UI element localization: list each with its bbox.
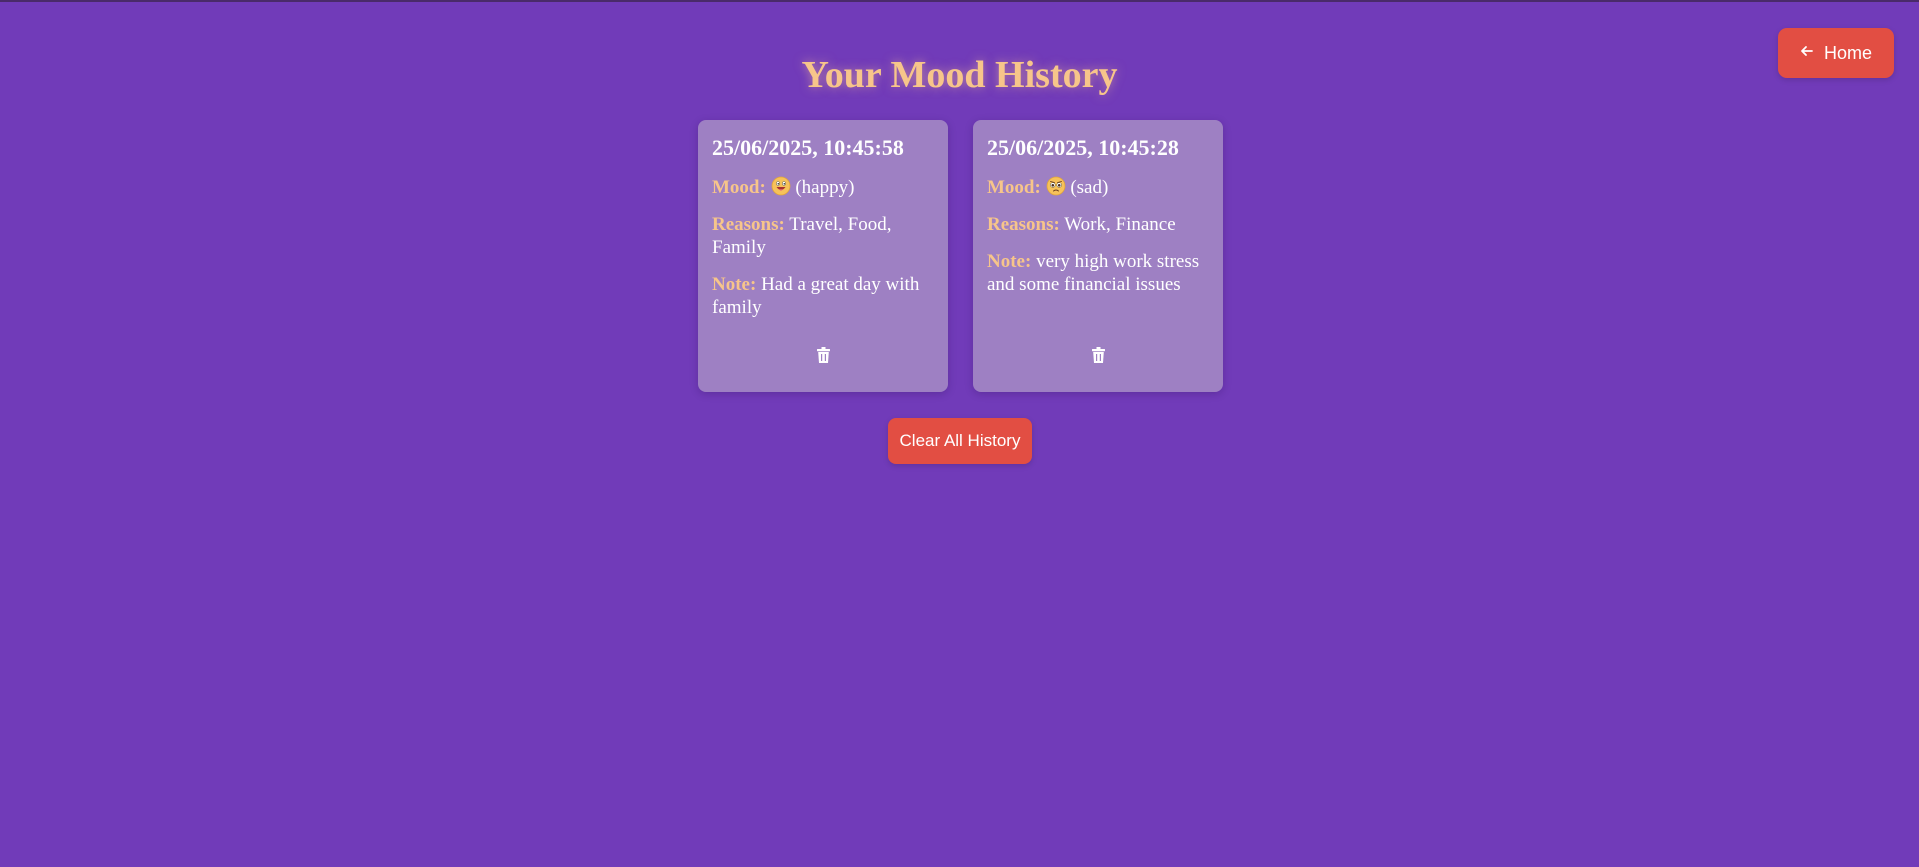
happy-face-icon: [771, 176, 791, 196]
reasons-label: Reasons:: [987, 214, 1060, 235]
reasons-value: Work, Finance: [1064, 214, 1176, 235]
mood-text: (sad): [1070, 177, 1109, 198]
entry-mood: Mood: (happy): [712, 176, 934, 199]
mood-entry-card: 25/06/2025, 10:45:58 Mood: (happy) Reaso…: [698, 120, 948, 392]
page-title: Your Mood History: [801, 54, 1118, 96]
delete-entry-button[interactable]: [1087, 346, 1109, 368]
entry-mood: Mood: (sad): [987, 176, 1209, 199]
entry-date: 25/06/2025, 10:45:28: [987, 135, 1179, 160]
trash-icon: [816, 346, 830, 368]
mood-label: Mood:: [712, 177, 766, 198]
entry-reasons: Reasons: Travel, Food, Family: [712, 213, 934, 259]
entry-note: Note: Had a great day with family: [712, 273, 934, 319]
entry-reasons: Reasons: Work, Finance: [987, 213, 1209, 236]
mood-entry-card: 25/06/2025, 10:45:28 Mood: (sad) Reasons…: [973, 120, 1223, 392]
entry-date: 25/06/2025, 10:45:58: [712, 135, 904, 160]
mood-label: Mood:: [987, 177, 1041, 198]
mood-history-list: 25/06/2025, 10:45:58 Mood: (happy) Reaso…: [698, 120, 1223, 392]
note-label: Note:: [987, 251, 1032, 272]
reasons-label: Reasons:: [712, 214, 785, 235]
trash-icon: [1091, 346, 1105, 368]
note-label: Note:: [712, 274, 757, 295]
clear-all-history-button[interactable]: Clear All History: [888, 418, 1032, 464]
sad-face-icon: [1046, 176, 1066, 196]
mood-text: (happy): [795, 177, 855, 198]
delete-entry-button[interactable]: [812, 346, 834, 368]
entry-note: Note: very high work stress and some fin…: [987, 250, 1209, 296]
